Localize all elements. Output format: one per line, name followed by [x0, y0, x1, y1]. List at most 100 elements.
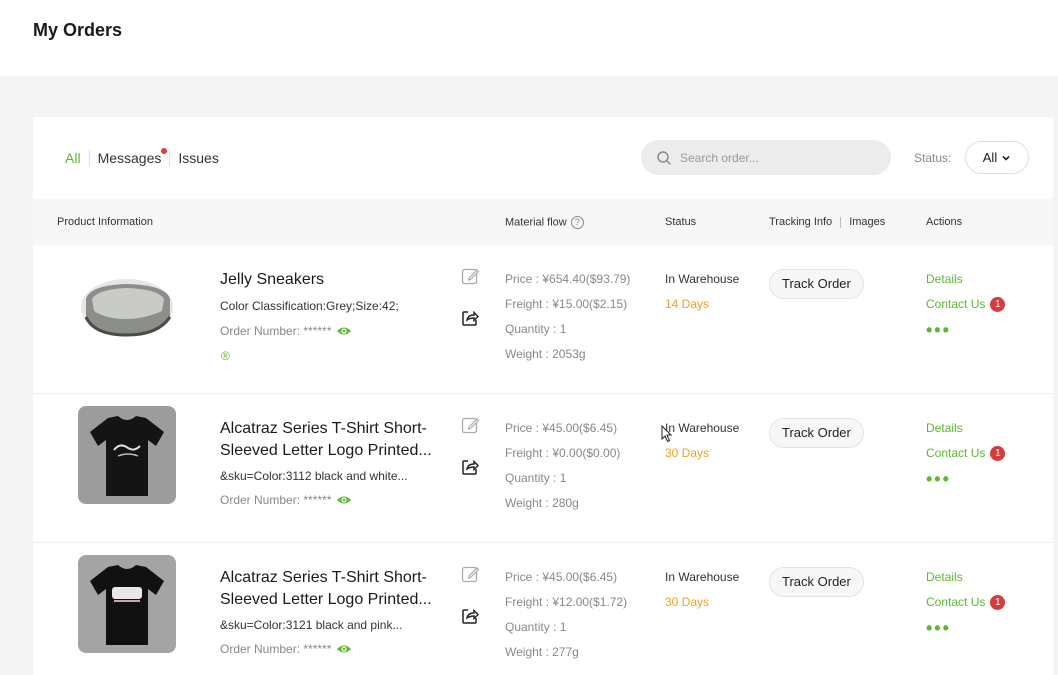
track-order-button[interactable]: Track Order: [769, 269, 864, 299]
search-input[interactable]: [680, 150, 870, 165]
details-link[interactable]: Details: [926, 565, 1005, 590]
product-sku: &sku=Color:3112 black and white...: [220, 469, 408, 483]
header-tracking-info: Tracking Info: [769, 216, 833, 228]
order-row: Jelly Sneakers Color Classification:Grey…: [33, 245, 1053, 394]
edit-icon[interactable]: [461, 416, 480, 435]
track-order-button[interactable]: Track Order: [769, 567, 864, 597]
edit-icon[interactable]: [461, 267, 480, 286]
price: Price : ¥45.00($6.45): [505, 570, 618, 584]
status-filter-label: Status:: [914, 151, 952, 165]
material-info: Price : ¥45.00($6.45) Freight : ¥0.00($0…: [505, 416, 620, 516]
mouse-cursor-icon: [661, 425, 673, 443]
order-status: In Warehouse 14 Days: [665, 267, 739, 317]
row-actions: Details Contact Us 1 •••: [926, 416, 1006, 488]
more-options-icon[interactable]: •••: [926, 619, 1005, 637]
freight: Freight : ¥0.00($0.00): [505, 446, 621, 460]
contact-us-link[interactable]: Contact Us 1: [926, 441, 1006, 466]
details-link[interactable]: Details: [926, 267, 1005, 292]
price: Price : ¥45.00($6.45): [505, 421, 618, 435]
header-material-flow: Material flow?: [505, 216, 584, 229]
order-number-value: ******: [303, 493, 332, 507]
freight: Freight : ¥15.00($2.15): [505, 297, 628, 311]
quantity: Quantity : 1: [505, 471, 567, 485]
status-dropdown-value: All: [982, 150, 998, 165]
order-row: Alcatraz Series T-Shirt Short-Sleeved Le…: [33, 394, 1053, 543]
unread-badge: 1: [990, 446, 1006, 461]
contact-us-link[interactable]: Contact Us 1: [926, 292, 1006, 317]
price: Price : ¥654.40($93.79): [505, 272, 631, 286]
more-options-icon[interactable]: •••: [926, 321, 1005, 339]
tab-divider: [88, 150, 90, 166]
product-image[interactable]: [78, 406, 176, 504]
freight: Freight : ¥12.00($1.72): [505, 595, 628, 609]
product-title[interactable]: Alcatraz Series T-Shirt Short-Sleeved Le…: [220, 418, 450, 462]
order-number: Order Number: ******: [220, 324, 352, 338]
track-order-button[interactable]: Track Order: [769, 418, 864, 448]
registered-mark: ®: [221, 349, 230, 363]
share-icon[interactable]: [461, 607, 479, 625]
product-image[interactable]: [78, 257, 176, 355]
order-status: In Warehouse 30 Days: [665, 565, 739, 615]
header-status: Status: [665, 216, 697, 228]
material-info: Price : ¥45.00($6.45) Freight : ¥12.00($…: [505, 565, 627, 665]
order-tabs: All Messages Issues: [65, 148, 219, 166]
status-dropdown[interactable]: All: [965, 141, 1029, 174]
order-number: Order Number: ******: [220, 493, 352, 507]
weight: Weight : 277g: [505, 645, 579, 659]
status-days: 30 Days: [665, 446, 710, 460]
contact-us-link[interactable]: Contact Us 1: [926, 590, 1006, 615]
chevron-down-icon: [1002, 155, 1010, 161]
contact-us-label: Contact Us: [926, 446, 986, 460]
more-options-icon[interactable]: •••: [926, 470, 1005, 488]
header-actions: Actions: [926, 216, 963, 228]
top-bar: My Orders: [0, 0, 1058, 76]
header-divider: [840, 216, 842, 228]
quantity: Quantity : 1: [505, 322, 567, 336]
product-title[interactable]: Alcatraz Series T-Shirt Short-Sleeved Le…: [220, 567, 450, 611]
edit-icon[interactable]: [461, 565, 480, 584]
order-number: Order Number: ******: [220, 642, 352, 656]
row-actions: Details Contact Us 1 •••: [926, 565, 1006, 637]
share-icon[interactable]: [461, 458, 479, 476]
table-header: Product Information Material flow? Statu…: [33, 199, 1053, 245]
filter-bar: All Messages Issues Status: All: [33, 117, 1053, 199]
header-material-flow-label: Material flow: [505, 216, 567, 229]
tab-issues[interactable]: Issues: [178, 150, 218, 166]
search-icon: [657, 150, 671, 165]
order-number-label: Order Number:: [220, 493, 301, 507]
share-icon[interactable]: [461, 309, 479, 327]
header-product-info: Product Information: [57, 216, 153, 228]
product-sku: &sku=Color:3121 black and pink...: [220, 618, 403, 632]
status-text: In Warehouse: [665, 272, 740, 286]
status-text: In Warehouse: [665, 570, 740, 584]
product-title[interactable]: Jelly Sneakers: [220, 269, 450, 291]
eye-icon[interactable]: [336, 494, 352, 506]
tab-all[interactable]: All: [65, 150, 81, 166]
tshirt-photo: [78, 406, 176, 504]
tab-messages-label: Messages: [97, 150, 162, 166]
order-number-value: ******: [303, 642, 332, 656]
unread-badge: 1: [990, 595, 1006, 610]
search-box[interactable]: [641, 140, 891, 175]
contact-us-label: Contact Us: [926, 595, 986, 609]
notification-dot: [161, 148, 168, 154]
status-days: 30 Days: [665, 595, 710, 609]
details-link[interactable]: Details: [926, 416, 1005, 441]
order-number-value: ******: [303, 324, 332, 338]
contact-us-label: Contact Us: [926, 297, 986, 311]
order-row: Alcatraz Series T-Shirt Short-Sleeved Le…: [33, 543, 1053, 675]
tab-messages[interactable]: Messages: [97, 148, 168, 166]
page-title: My Orders: [33, 20, 123, 40]
product-sku: Color Classification:Grey;Size:42;: [220, 299, 399, 313]
order-status: In Warehouse 30 Days: [665, 416, 739, 466]
header-tracking-images: Tracking Info Images: [769, 216, 885, 228]
product-image[interactable]: [78, 555, 176, 653]
quantity: Quantity : 1: [505, 620, 567, 634]
header-images: Images: [849, 216, 886, 228]
eye-icon[interactable]: [336, 643, 352, 655]
tab-divider: [169, 150, 171, 166]
eye-icon[interactable]: [336, 325, 352, 337]
sneaker-photo: [78, 257, 176, 355]
help-icon[interactable]: ?: [570, 216, 584, 229]
order-number-label: Order Number:: [220, 324, 301, 338]
